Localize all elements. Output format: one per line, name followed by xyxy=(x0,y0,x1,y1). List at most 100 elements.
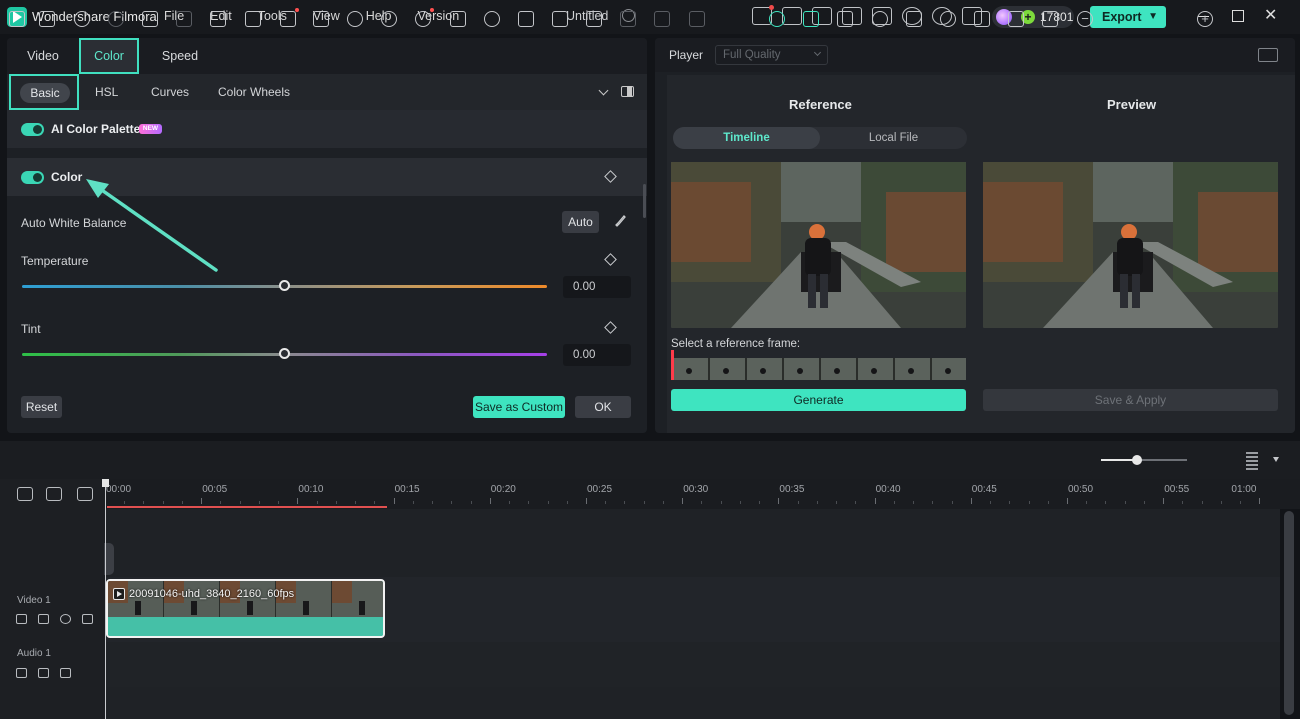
keyframe-diamond-icon[interactable] xyxy=(604,253,617,266)
add-track-icon[interactable] xyxy=(46,487,62,501)
speaker-icon[interactable] xyxy=(38,614,49,624)
ruler-minor-tick xyxy=(1028,501,1030,504)
fit-timeline-icon[interactable] xyxy=(1042,11,1058,27)
reset-button[interactable]: Reset xyxy=(21,396,62,418)
keyframe-diamond-icon[interactable] xyxy=(604,321,617,334)
more-options-icon[interactable] xyxy=(1246,452,1258,470)
text-icon[interactable] xyxy=(245,11,261,27)
select-tool-icon[interactable] xyxy=(39,11,55,27)
panel-scrollbar[interactable] xyxy=(643,184,646,218)
layout-icon[interactable] xyxy=(9,11,25,27)
chevron-down-icon[interactable] xyxy=(598,85,609,96)
compare-view-icon[interactable] xyxy=(621,86,634,97)
save-as-custom-button[interactable]: Save as Custom xyxy=(473,396,565,418)
ruler-minor-tick xyxy=(662,501,664,504)
keyframe-diamond-icon[interactable] xyxy=(604,170,617,183)
music-icon[interactable] xyxy=(974,11,990,27)
shape-icon[interactable] xyxy=(280,8,299,27)
speaker-icon[interactable] xyxy=(38,668,49,678)
temperature-label: Temperature xyxy=(21,254,89,268)
subtab-color-wheels[interactable]: Color Wheels xyxy=(218,74,290,110)
color-toggle[interactable] xyxy=(21,171,44,184)
subtab-curves[interactable]: Curves xyxy=(151,74,189,110)
subtab-hsl[interactable]: HSL xyxy=(95,74,118,110)
edit-icon[interactable] xyxy=(450,11,466,27)
delete-icon[interactable] xyxy=(142,11,158,27)
send-icon[interactable] xyxy=(782,7,802,25)
eyedropper-icon[interactable] xyxy=(615,215,626,229)
tab-timeline[interactable]: Timeline xyxy=(673,127,820,149)
microphone-icon[interactable] xyxy=(940,11,956,27)
eye-icon[interactable] xyxy=(60,614,71,624)
audio-track-lane[interactable] xyxy=(105,642,1280,687)
zoom-in-icon[interactable]: + xyxy=(1197,11,1213,27)
auto-white-balance-button[interactable]: Auto xyxy=(562,211,599,233)
ruler-minor-tick xyxy=(432,501,434,504)
export-button[interactable]: Export ▼ xyxy=(1090,6,1166,28)
tab-video[interactable]: Video xyxy=(17,38,69,74)
ok-button[interactable]: OK xyxy=(575,396,631,418)
crop-icon[interactable] xyxy=(210,11,226,27)
ruler-minor-tick xyxy=(566,501,568,504)
close-icon[interactable]: ✕ xyxy=(1264,8,1280,24)
keyframe-icon[interactable] xyxy=(552,11,568,27)
chevron-down-icon[interactable]: ▼ xyxy=(1148,6,1158,28)
motion-tracking-icon[interactable] xyxy=(518,11,534,27)
auto-ripple-icon[interactable] xyxy=(803,11,819,27)
tab-local-file[interactable]: Local File xyxy=(820,127,967,149)
lock-icon[interactable] xyxy=(16,614,27,624)
zoom-out-icon[interactable]: − xyxy=(1077,11,1093,27)
tint-value[interactable]: 0.00 xyxy=(563,344,631,366)
tint-slider-thumb[interactable] xyxy=(278,348,290,359)
chevron-down-icon[interactable] xyxy=(1273,457,1279,462)
ruler-tick xyxy=(778,498,780,504)
shield-icon[interactable] xyxy=(906,11,922,27)
ruler-minor-tick xyxy=(258,501,260,504)
reference-frame-image[interactable] xyxy=(671,162,966,328)
ai-color-palette-toggle[interactable] xyxy=(21,123,44,136)
timer-icon[interactable] xyxy=(484,11,500,27)
playhead[interactable] xyxy=(105,484,106,719)
temperature-slider-thumb[interactable] xyxy=(278,280,290,291)
chevron-down-icon xyxy=(813,48,822,57)
picture-in-picture-icon[interactable] xyxy=(1008,11,1024,27)
ai-cutout-icon[interactable] xyxy=(313,11,329,27)
tab-speed[interactable]: Speed xyxy=(155,38,205,74)
tab-color[interactable]: Color xyxy=(79,38,139,74)
link-icon[interactable] xyxy=(17,487,33,501)
ai-icon[interactable] xyxy=(415,8,434,27)
reference-frame-strip[interactable] xyxy=(671,358,966,380)
quality-select[interactable]: Full Quality xyxy=(715,45,828,65)
ruler-minor-tick xyxy=(836,501,838,504)
credits-badge[interactable]: + 17801 xyxy=(992,6,1074,28)
subtab-basic[interactable]: Basic xyxy=(9,74,79,110)
reference-frame-marker[interactable] xyxy=(671,350,674,380)
track-headers xyxy=(0,479,105,719)
video-track-name: Video 1 xyxy=(17,595,51,606)
ai-mate-icon[interactable] xyxy=(769,11,785,27)
temperature-value[interactable]: 0.00 xyxy=(563,276,631,298)
maximize-icon[interactable] xyxy=(1230,8,1246,24)
undo-icon[interactable] xyxy=(74,11,90,27)
speed-icon[interactable] xyxy=(347,11,363,27)
render-preview-icon[interactable] xyxy=(872,11,888,27)
snapshot-icon[interactable] xyxy=(837,11,853,27)
layout-grid-icon[interactable] xyxy=(1258,48,1278,62)
adjust-icon[interactable] xyxy=(586,11,602,27)
magic-wand-icon[interactable] xyxy=(82,614,93,624)
empty-track-lane[interactable] xyxy=(105,509,1280,577)
ruler-minor-tick xyxy=(239,501,241,504)
magic-wand-icon[interactable] xyxy=(60,668,71,678)
timeline-scrollbar[interactable] xyxy=(1284,511,1294,715)
redo-icon xyxy=(108,11,124,27)
ruler-tick xyxy=(682,498,684,504)
stabilize-icon xyxy=(689,11,705,27)
color-blend-icon[interactable] xyxy=(381,11,397,27)
generate-button[interactable]: Generate xyxy=(671,389,966,411)
video-clip[interactable]: 20091046-uhd_3840_2160_60fps xyxy=(106,579,385,638)
lock-icon[interactable] xyxy=(16,668,27,678)
render-indicator-bar xyxy=(107,506,387,508)
playhead-handle[interactable] xyxy=(102,479,109,487)
empty-track-lane[interactable] xyxy=(105,687,1280,719)
track-manager-icon[interactable] xyxy=(77,487,93,501)
